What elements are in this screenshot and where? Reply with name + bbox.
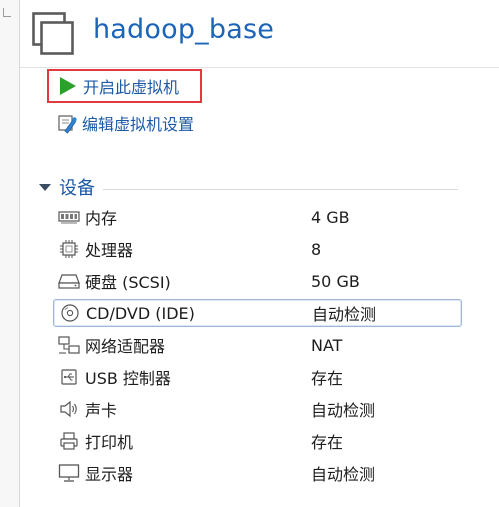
section-divider [103,188,458,190]
edit-vm-settings-button[interactable]: 编辑虚拟机设置 [56,111,194,135]
device-value: 自动检测 [311,401,376,420]
usb-icon [57,367,81,387]
device-name: 内存 [85,209,118,228]
tree-connector-icon [3,8,11,17]
device-name: 处理器 [85,241,134,260]
device-row-network-adapter[interactable]: 网络适配器 NAT [53,331,462,359]
printer-icon [57,431,81,451]
devices-section-header[interactable]: 设备 [38,175,458,199]
device-name: 网络适配器 [85,337,166,356]
device-name: USB 控制器 [85,369,171,388]
device-name: 显示器 [85,465,134,484]
device-value: 50 GB [311,271,360,291]
virtual-machine-icon [32,12,74,55]
vm-title: hadoop_base [93,14,275,45]
device-row-hard-disk[interactable]: 硬盘 (SCSI) 50 GB [53,267,462,295]
device-value: 自动检测 [311,465,376,484]
monitor-icon [57,463,81,483]
device-value: 自动检测 [312,305,377,324]
device-name: 硬盘 (SCSI) [85,273,171,292]
left-panel-edge [0,0,20,507]
device-name: CD/DVD (IDE) [86,303,195,323]
device-row-cd-dvd[interactable]: CD/DVD (IDE) 自动检测 [53,299,462,327]
play-icon [57,75,79,97]
device-name: 打印机 [85,433,134,452]
memory-icon [57,207,81,227]
edit-settings-label: 编辑虚拟机设置 [82,115,195,134]
device-row-usb-controller[interactable]: USB 控制器 存在 [53,363,462,391]
collapse-triangle-icon [39,184,51,191]
device-value: 存在 [311,433,344,452]
device-row-display[interactable]: 显示器 自动检测 [53,459,462,487]
device-row-processor[interactable]: 处理器 8 [53,235,462,263]
processor-icon [57,239,81,259]
device-value: 4 GB [311,207,350,227]
device-value: NAT [311,335,343,355]
device-name: 声卡 [85,401,118,420]
device-value: 8 [311,239,322,259]
devices-section-title: 设备 [59,178,95,199]
device-row-memory[interactable]: 内存 4 GB [53,203,462,231]
cd-dvd-icon [58,303,82,323]
speaker-icon [57,399,81,419]
hard-disk-icon [57,271,81,291]
vm-header: hadoop_base [20,0,499,68]
device-row-sound-card[interactable]: 声卡 自动检测 [53,395,462,423]
device-value: 存在 [311,369,344,388]
network-adapter-icon [57,335,81,355]
power-on-vm-button[interactable]: 开启此虚拟机 [47,69,202,103]
power-on-label: 开启此虚拟机 [83,78,180,97]
edit-settings-icon [56,112,78,134]
device-row-printer[interactable]: 打印机 存在 [53,427,462,455]
